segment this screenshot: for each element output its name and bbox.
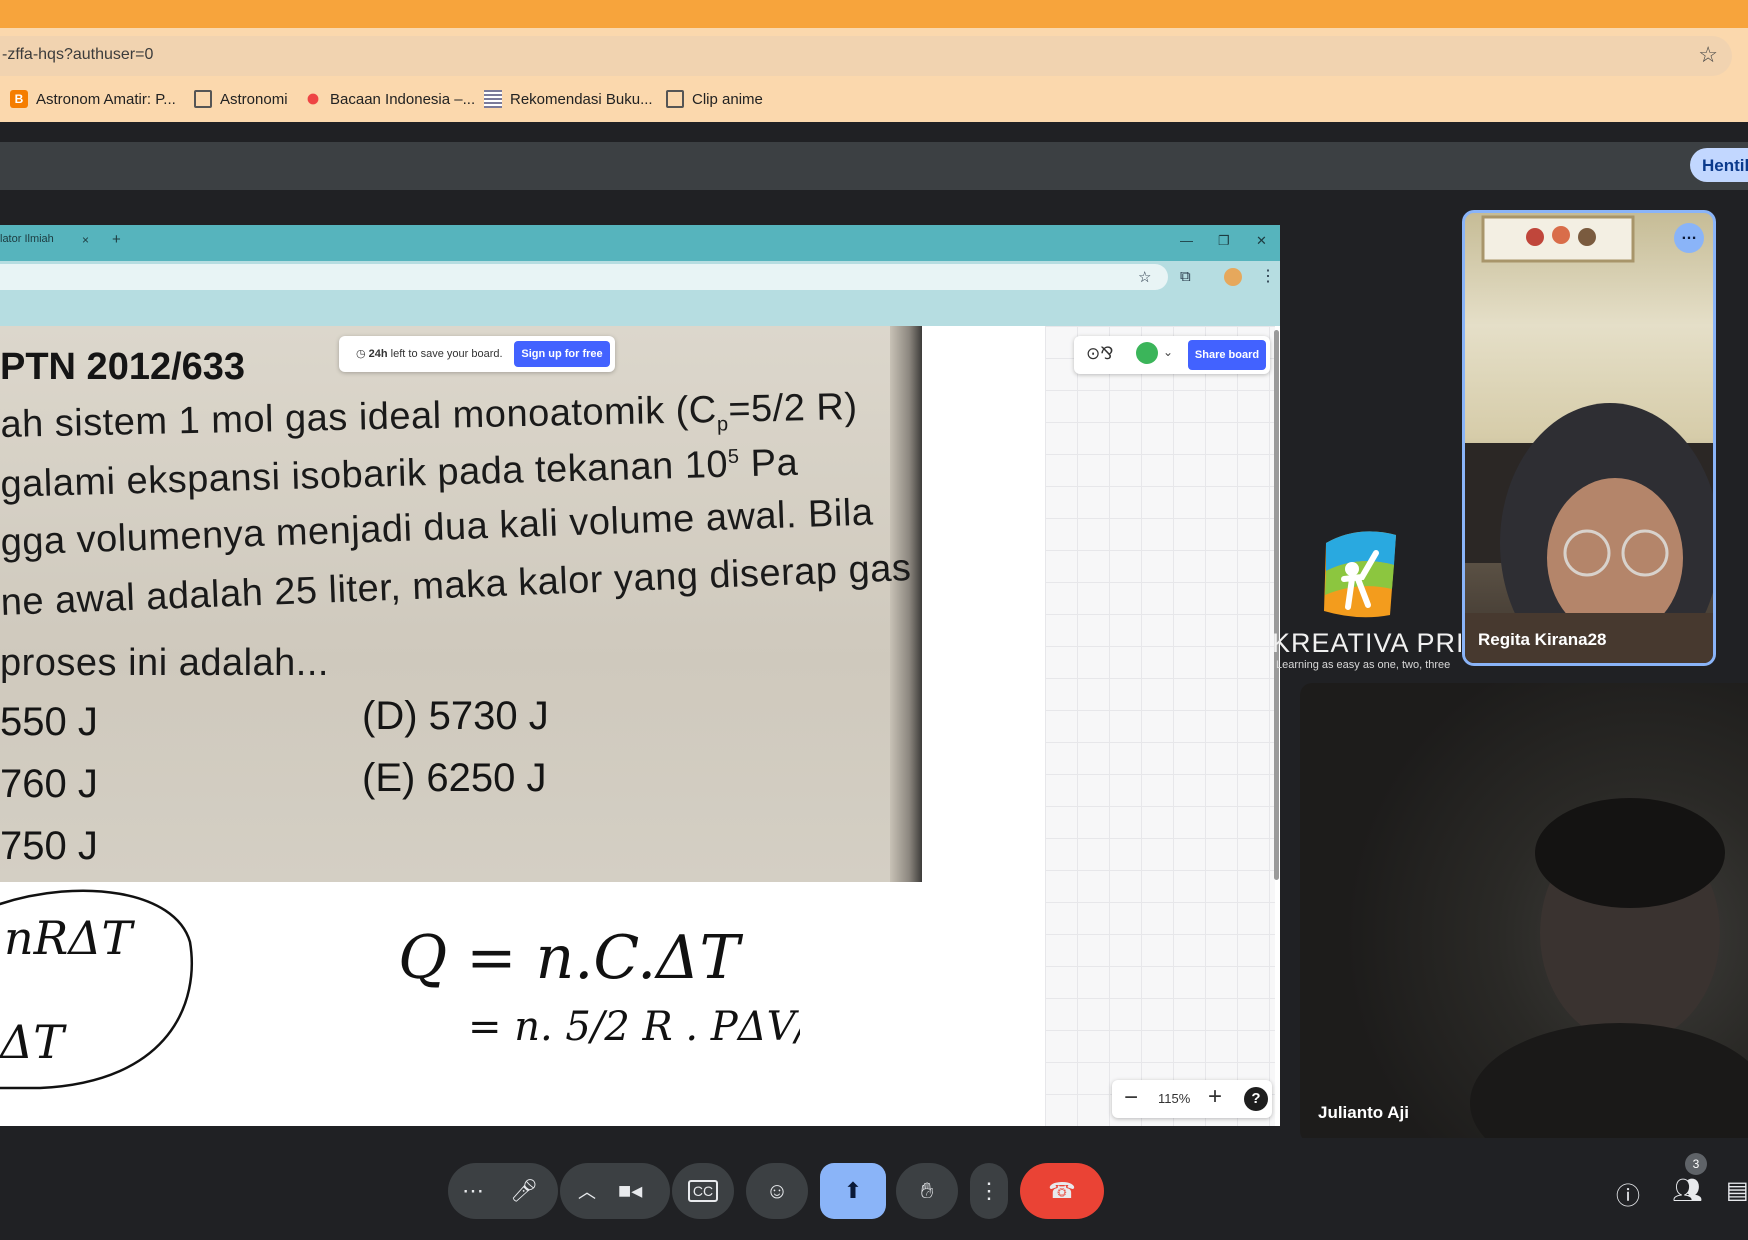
share-board-button[interactable]: Share board	[1188, 340, 1266, 370]
captions-button[interactable]: CC	[672, 1163, 734, 1219]
mic-control[interactable]: ⋯ 🎤︎	[448, 1163, 558, 1219]
scrollbar[interactable]	[1274, 330, 1279, 880]
handwriting-layer: nRΔT ΔT Q = n.C.ΔT = n. 5/2 R . PΔV/Rn	[0, 889, 800, 1090]
microphone-icon[interactable]: 🎤︎	[510, 1178, 538, 1204]
emoji-icon: ☺	[765, 1178, 789, 1203]
zoom-out-button[interactable]: −	[1124, 1084, 1138, 1112]
emoji-button[interactable]: ☺	[746, 1163, 808, 1219]
camera-control[interactable]: ︿ ■◂	[560, 1163, 670, 1219]
option-d: (D) 5730 J	[362, 694, 549, 738]
option-a: 550 J	[0, 700, 98, 744]
participant-video	[1465, 215, 1713, 663]
collaborators-icon[interactable]: ⊙⅋	[1086, 344, 1114, 364]
present-screen-icon: ⬆	[843, 1178, 863, 1203]
shared-window-tab[interactable]: lator Ilmiah	[0, 233, 54, 245]
option-b: 760 J	[0, 762, 98, 806]
minimize-icon[interactable]: —	[1180, 233, 1193, 248]
zoom-in-button[interactable]: +	[1208, 1083, 1222, 1111]
blogger-icon: B	[10, 90, 28, 108]
handwritten-left-note: nRΔT	[4, 911, 135, 965]
participant-video	[1470, 798, 1748, 1143]
shared-window-omnibox[interactable]	[0, 264, 1168, 290]
profile-avatar-icon[interactable]	[1224, 268, 1242, 286]
whiteboard-grid-area[interactable]	[1045, 326, 1275, 1126]
save-board-text: ◷ 24h left to save your board.	[356, 348, 503, 360]
handwritten-formula-2: = n. 5/2 R . PΔV/Rn	[468, 1004, 800, 1050]
shared-window-toolbar	[0, 294, 1280, 326]
present-button[interactable]: ⬆	[820, 1163, 886, 1219]
option-c: 750 J	[0, 824, 98, 868]
vertical-dots-icon: ⋮	[978, 1178, 1000, 1203]
hang-up-icon: ☎︎	[1048, 1178, 1076, 1203]
bookmark-label: Astronomi	[220, 90, 288, 108]
zoom-level[interactable]: 115%	[1158, 1091, 1190, 1106]
folder-icon	[666, 90, 684, 108]
stop-presenting-button[interactable]: Hentik	[1690, 148, 1748, 182]
handwritten-formula-1: Q = n.C.ΔT	[398, 923, 743, 993]
site-icon	[484, 90, 502, 108]
user-avatar-icon[interactable]	[1136, 342, 1158, 364]
logo-subtitle: Learning as easy as one, two, three	[1276, 659, 1451, 671]
handwritten-delta-t: ΔT	[0, 1015, 67, 1069]
meet-top-spacer	[0, 122, 1748, 142]
chevron-up-icon[interactable]: ︿	[578, 1178, 596, 1204]
camera-icon[interactable]: ■◂	[618, 1178, 642, 1204]
kreativa-logo	[1324, 531, 1396, 618]
participant-tile-regita[interactable]	[1462, 210, 1716, 666]
book-spine	[890, 326, 922, 882]
menu-dots-icon[interactable]: ⋮	[1260, 266, 1276, 286]
more-icon[interactable]: ⋯	[462, 1178, 484, 1204]
participant-name: Regita Kirana28	[1478, 630, 1607, 649]
clock-icon: ◷	[356, 348, 369, 360]
people-icon[interactable]: 👥︎	[1672, 1176, 1702, 1205]
bookmark-label: Astronom Amatir: P...	[36, 90, 176, 108]
more-options-button[interactable]: ⋮	[970, 1163, 1008, 1219]
more-options-icon[interactable]: …	[1674, 223, 1704, 253]
problem-line-5: proses ini adalah...	[0, 642, 329, 684]
help-button[interactable]: ?	[1244, 1087, 1268, 1111]
shared-window-tab-bar	[0, 225, 1280, 261]
site-icon	[304, 90, 322, 108]
captions-icon: CC	[687, 1180, 719, 1202]
bookmark-label: Rekomendasi Buku...	[510, 90, 653, 108]
problem-title: PTN 2012/633	[0, 346, 246, 388]
window-close-icon[interactable]: ✕	[1256, 233, 1267, 249]
browser-title-bar	[0, 0, 1748, 28]
bookmark-clip-anime[interactable]: Clip anime	[666, 90, 763, 108]
bookmark-label: Clip anime	[692, 90, 763, 108]
leave-call-button[interactable]: ☎︎	[1020, 1163, 1104, 1219]
extensions-icon[interactable]: ⧉	[1180, 268, 1191, 285]
participant-name: Julianto Aji	[1318, 1103, 1409, 1122]
restore-icon[interactable]: ❐	[1218, 233, 1230, 249]
bookmark-bacaan-indonesia[interactable]: Bacaan Indonesia –...	[304, 90, 475, 108]
bookmark-label: Bacaan Indonesia –...	[330, 90, 476, 108]
new-tab-icon[interactable]: +	[112, 231, 121, 248]
participant-tile-julianto[interactable]	[1300, 683, 1748, 1143]
meeting-info-icon[interactable]: ⓘ	[1616, 1176, 1640, 1211]
star-icon[interactable]: ☆	[1138, 268, 1151, 286]
hand-icon: ✋︎	[920, 1178, 934, 1203]
bookmark-astronom-amatir[interactable]: B Astronom Amatir: P...	[10, 90, 176, 108]
sign-up-button[interactable]: Sign up for free	[514, 341, 610, 367]
close-tab-icon[interactable]: ×	[82, 233, 89, 247]
bookmark-star-icon[interactable]: ☆	[1698, 42, 1718, 68]
participants-count-badge: 3	[1685, 1153, 1707, 1175]
bookmark-rekomendasi-buku[interactable]: Rekomendasi Buku...	[484, 90, 653, 108]
option-e: (E) 6250 J	[362, 756, 547, 800]
bookmark-astronomi[interactable]: Astronomi	[194, 90, 288, 108]
folder-icon	[194, 90, 212, 108]
chevron-down-icon[interactable]: ⌄	[1163, 345, 1173, 359]
presenting-bar	[0, 142, 1748, 190]
address-bar-url[interactable]: -zffa-hqs?authuser=0	[2, 46, 153, 64]
address-bar[interactable]	[0, 36, 1732, 76]
raise-hand-button[interactable]: ✋︎	[896, 1163, 958, 1219]
chat-icon[interactable]: ▤	[1726, 1176, 1748, 1205]
